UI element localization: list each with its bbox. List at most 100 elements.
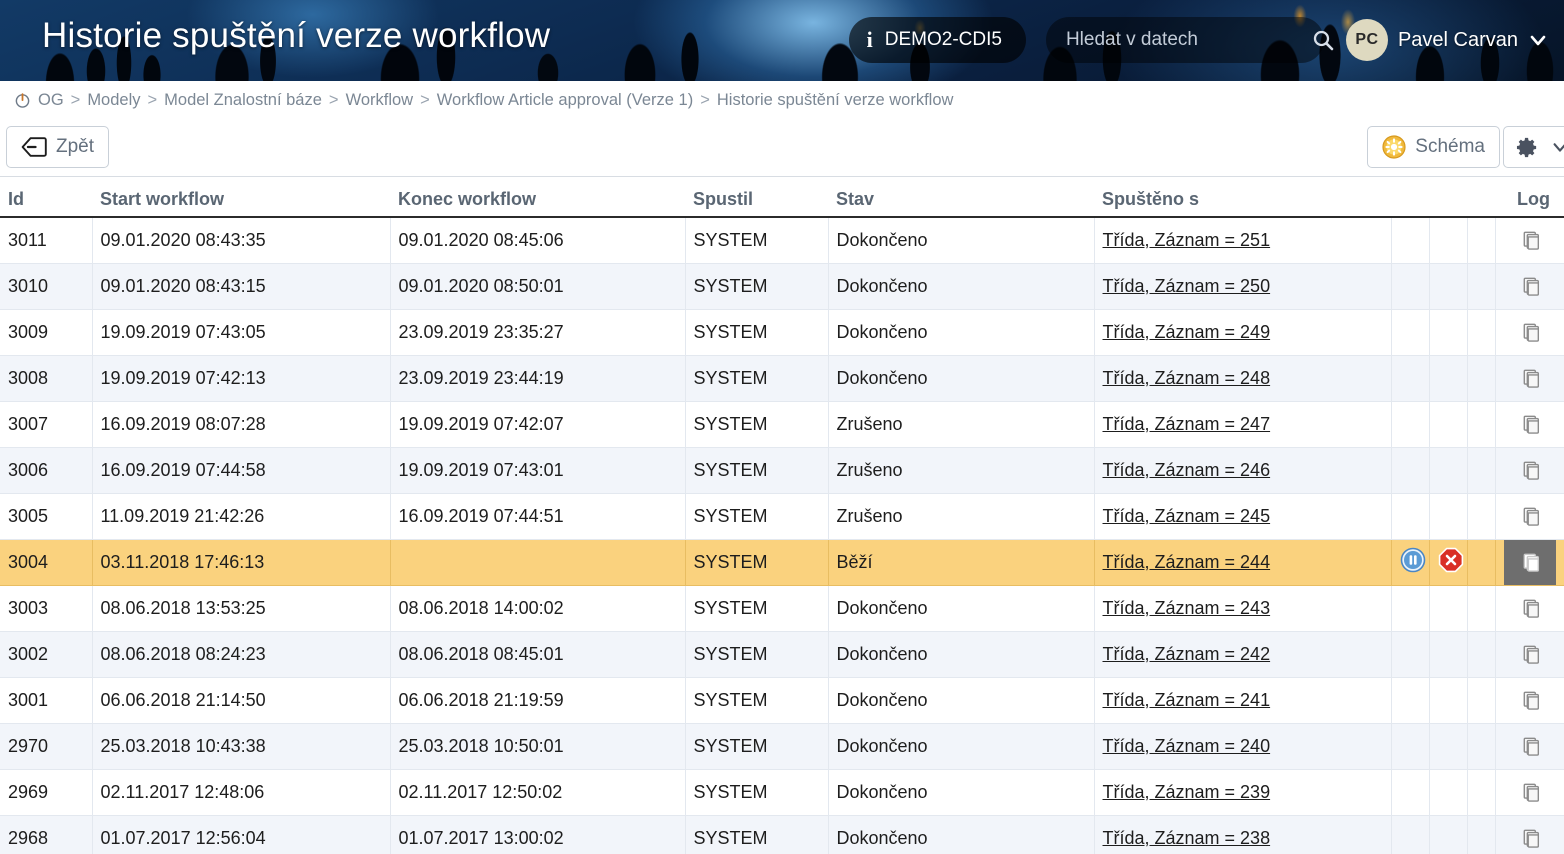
cell-started-with[interactable]: Třída, Záznam = 251 — [1094, 217, 1392, 264]
copy-pages-icon[interactable] — [1522, 598, 1544, 620]
cell-log[interactable] — [1495, 769, 1564, 816]
table-row[interactable]: 3004 03.11.2018 17:46:13 SYSTEM Běží Třída, … — [0, 539, 1564, 586]
settings-button[interactable] — [1503, 126, 1564, 168]
log-icon-wrapper[interactable] — [1504, 448, 1556, 493]
cell-log[interactable] — [1495, 217, 1564, 264]
copy-pages-icon[interactable] — [1522, 506, 1544, 528]
started-with-link[interactable]: Třída, Záznam = 244 — [1103, 552, 1271, 572]
copy-pages-icon[interactable] — [1522, 460, 1544, 482]
column-header-state[interactable]: Stav — [828, 177, 1094, 218]
started-with-link[interactable]: Třída, Záznam = 242 — [1103, 644, 1271, 664]
column-header-log[interactable]: Log — [1495, 177, 1564, 218]
started-with-link[interactable]: Třída, Záznam = 239 — [1103, 782, 1271, 802]
started-with-link[interactable]: Třída, Záznam = 249 — [1103, 322, 1271, 342]
cell-started-with[interactable]: Třída, Záznam = 247 — [1094, 401, 1392, 448]
column-header-start[interactable]: Start workflow — [92, 177, 390, 218]
search-icon[interactable] — [1311, 28, 1335, 52]
log-icon-wrapper[interactable] — [1504, 218, 1556, 263]
avatar[interactable]: PC — [1345, 19, 1388, 61]
table-row[interactable]: 3003 08.06.2018 13:53:25 08.06.2018 14:00:… — [0, 585, 1564, 632]
table-row[interactable]: 3011 09.01.2020 08:43:35 09.01.2020 08:45:… — [0, 217, 1564, 264]
table-row[interactable]: 3007 16.09.2019 08:07:28 19.09.2019 07:42:… — [0, 401, 1564, 448]
copy-pages-icon[interactable] — [1522, 414, 1544, 436]
copy-pages-icon[interactable] — [1522, 230, 1544, 252]
stop-cancel-icon[interactable] — [1438, 547, 1464, 573]
cell-started-with[interactable]: Třída, Záznam = 242 — [1094, 631, 1392, 678]
cell-log[interactable] — [1495, 309, 1564, 356]
copy-pages-icon[interactable] — [1522, 828, 1544, 850]
started-with-link[interactable]: Třída, Záznam = 251 — [1103, 230, 1271, 250]
cell-action-stop[interactable] — [1429, 539, 1468, 586]
search-box[interactable] — [1045, 17, 1334, 63]
log-icon-wrapper[interactable] — [1504, 586, 1556, 631]
log-icon-wrapper[interactable] — [1504, 264, 1556, 309]
log-icon-wrapper[interactable] — [1504, 724, 1556, 769]
breadcrumb-item-model-znalostni-baze[interactable]: Model Znalostní báze — [164, 91, 322, 110]
cell-started-with[interactable]: Třída, Záznam = 249 — [1094, 309, 1392, 356]
started-with-link[interactable]: Třída, Záznam = 241 — [1103, 690, 1271, 710]
log-icon-wrapper[interactable] — [1504, 678, 1556, 723]
column-header-id[interactable]: Id — [0, 177, 92, 218]
cell-log[interactable] — [1495, 355, 1564, 402]
cell-log[interactable] — [1495, 263, 1564, 310]
log-icon-wrapper[interactable] — [1504, 356, 1556, 401]
cell-log[interactable] — [1495, 677, 1564, 724]
cell-started-with[interactable]: Třída, Záznam = 240 — [1094, 723, 1392, 770]
started-with-link[interactable]: Třída, Záznam = 246 — [1103, 460, 1271, 480]
cell-started-with[interactable]: Třída, Záznam = 241 — [1094, 677, 1392, 724]
environment-badge[interactable]: i DEMO2-CDI5 — [848, 17, 1026, 63]
copy-pages-icon[interactable] — [1522, 690, 1544, 712]
started-with-link[interactable]: Třída, Záznam = 248 — [1103, 368, 1271, 388]
column-header-started-by[interactable]: Spustil — [685, 177, 828, 218]
table-row[interactable]: 2969 02.11.2017 12:48:06 02.11.2017 12:50:… — [0, 769, 1564, 816]
pause-icon[interactable] — [1400, 547, 1426, 573]
cell-log[interactable] — [1495, 723, 1564, 770]
copy-pages-icon[interactable] — [1522, 782, 1544, 804]
breadcrumb-item-workflow[interactable]: Workflow — [346, 91, 414, 110]
copy-pages-icon[interactable] — [1522, 276, 1544, 298]
cell-log[interactable] — [1495, 539, 1564, 586]
copy-pages-icon[interactable] — [1522, 644, 1544, 666]
power-icon[interactable] — [14, 92, 31, 109]
copy-pages-icon[interactable] — [1522, 736, 1544, 758]
breadcrumb-item-modely[interactable]: Modely — [87, 91, 140, 110]
log-icon-wrapper[interactable] — [1504, 770, 1556, 815]
table-row[interactable]: 2968 01.07.2017 12:56:04 01.07.2017 13:00:… — [0, 815, 1564, 854]
cell-log[interactable] — [1495, 447, 1564, 494]
cell-started-with[interactable]: Třída, Záznam = 243 — [1094, 585, 1392, 632]
cell-log[interactable] — [1495, 631, 1564, 678]
cell-log[interactable] — [1495, 493, 1564, 540]
column-header-end[interactable]: Konec workflow — [390, 177, 685, 218]
cell-started-with[interactable]: Třída, Záznam = 248 — [1094, 355, 1392, 402]
cell-started-with[interactable]: Třída, Záznam = 245 — [1094, 493, 1392, 540]
chevron-down-icon[interactable] — [1528, 30, 1548, 50]
started-with-link[interactable]: Třída, Záznam = 247 — [1103, 414, 1271, 434]
table-row[interactable]: 3010 09.01.2020 08:43:15 09.01.2020 08:50:… — [0, 263, 1564, 310]
cell-started-with[interactable]: Třída, Záznam = 250 — [1094, 263, 1392, 310]
table-row[interactable]: 3009 19.09.2019 07:43:05 23.09.2019 23:35:… — [0, 309, 1564, 356]
cell-started-with[interactable]: Třída, Záznam = 246 — [1094, 447, 1392, 494]
cell-started-with[interactable]: Třída, Záznam = 244 — [1094, 539, 1392, 586]
table-row[interactable]: 3006 16.09.2019 07:44:58 19.09.2019 07:43:… — [0, 447, 1564, 494]
log-icon-wrapper[interactable] — [1503, 540, 1556, 585]
table-row[interactable]: 3002 08.06.2018 08:24:23 08.06.2018 08:45:… — [0, 631, 1564, 678]
cell-log[interactable] — [1495, 401, 1564, 448]
log-icon-wrapper[interactable] — [1504, 402, 1556, 447]
user-menu[interactable]: PC Pavel Carvan — [1345, 19, 1548, 61]
started-with-link[interactable]: Třída, Záznam = 250 — [1103, 276, 1271, 296]
table-row[interactable]: 2970 25.03.2018 10:43:38 25.03.2018 10:50:… — [0, 723, 1564, 770]
cell-started-with[interactable]: Třída, Záznam = 239 — [1094, 769, 1392, 816]
table-row[interactable]: 3008 19.09.2019 07:42:13 23.09.2019 23:44:… — [0, 355, 1564, 402]
cell-log[interactable] — [1495, 585, 1564, 632]
started-with-link[interactable]: Třída, Záznam = 240 — [1103, 736, 1271, 756]
cell-log[interactable] — [1495, 815, 1564, 854]
table-row[interactable]: 3005 11.09.2019 21:42:26 16.09.2019 07:44:… — [0, 493, 1564, 540]
schema-button[interactable]: Schéma — [1367, 126, 1500, 168]
log-icon-wrapper[interactable] — [1504, 494, 1556, 539]
breadcrumb-item-og[interactable]: OG — [38, 91, 64, 110]
log-icon-wrapper[interactable] — [1504, 310, 1556, 355]
search-input[interactable] — [1065, 29, 1311, 51]
copy-pages-icon[interactable] — [1522, 552, 1544, 574]
cell-action-pause[interactable] — [1391, 539, 1430, 586]
started-with-link[interactable]: Třída, Záznam = 243 — [1103, 598, 1271, 618]
